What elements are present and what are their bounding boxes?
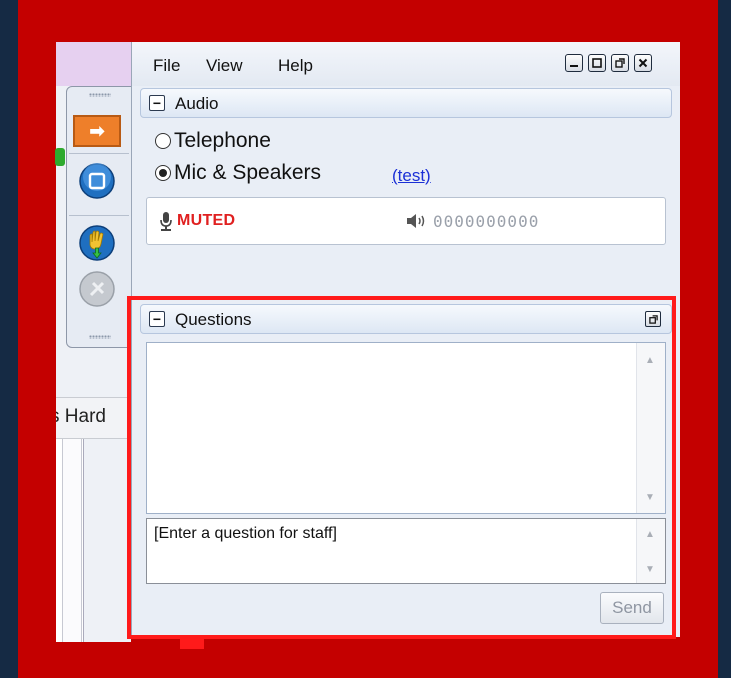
raise-hand-icon[interactable]: [79, 225, 115, 261]
telephone-radio[interactable]: [155, 133, 171, 149]
audio-section-header: − Audio: [140, 88, 672, 118]
speaker-volume-icon[interactable]: [405, 211, 431, 231]
side-toolbar: ➡: [66, 86, 132, 348]
highlight-notch: [180, 637, 204, 649]
menu-help[interactable]: Help: [278, 56, 313, 76]
menu-bar: File View Help: [132, 42, 680, 86]
mic-speakers-label[interactable]: Mic & Speakers: [174, 161, 321, 185]
telephone-label[interactable]: Telephone: [174, 129, 271, 153]
audio-test-link[interactable]: (test): [392, 166, 431, 186]
arrow-right-icon[interactable]: ➡: [73, 115, 121, 147]
screen-share-icon[interactable]: [79, 163, 115, 199]
menu-file[interactable]: File: [153, 56, 180, 76]
background-subpanel: [62, 412, 82, 642]
audio-status-box: MUTED 0000000000: [146, 197, 666, 245]
toolbar-divider: [69, 215, 129, 216]
maximize-button[interactable]: [588, 54, 606, 72]
audio-section-title: Audio: [175, 94, 219, 113]
toolbar-grip-top[interactable]: [89, 93, 111, 97]
toolbar-grip-bottom[interactable]: [89, 335, 111, 339]
questions-highlight-frame: [127, 296, 676, 639]
mic-speakers-radio[interactable]: [155, 165, 171, 181]
toolbar-divider: [69, 153, 129, 154]
collapse-audio-button[interactable]: −: [149, 95, 165, 111]
close-button[interactable]: [634, 54, 652, 72]
muted-status: MUTED: [177, 212, 236, 229]
popout-button[interactable]: [611, 54, 629, 72]
menu-view[interactable]: View: [206, 56, 243, 76]
disabled-tool-icon: [79, 271, 115, 307]
green-status-indicator: [55, 148, 65, 166]
volume-meter: 0000000000: [433, 212, 540, 231]
minimize-button[interactable]: [565, 54, 583, 72]
microphone-icon[interactable]: [159, 211, 173, 231]
